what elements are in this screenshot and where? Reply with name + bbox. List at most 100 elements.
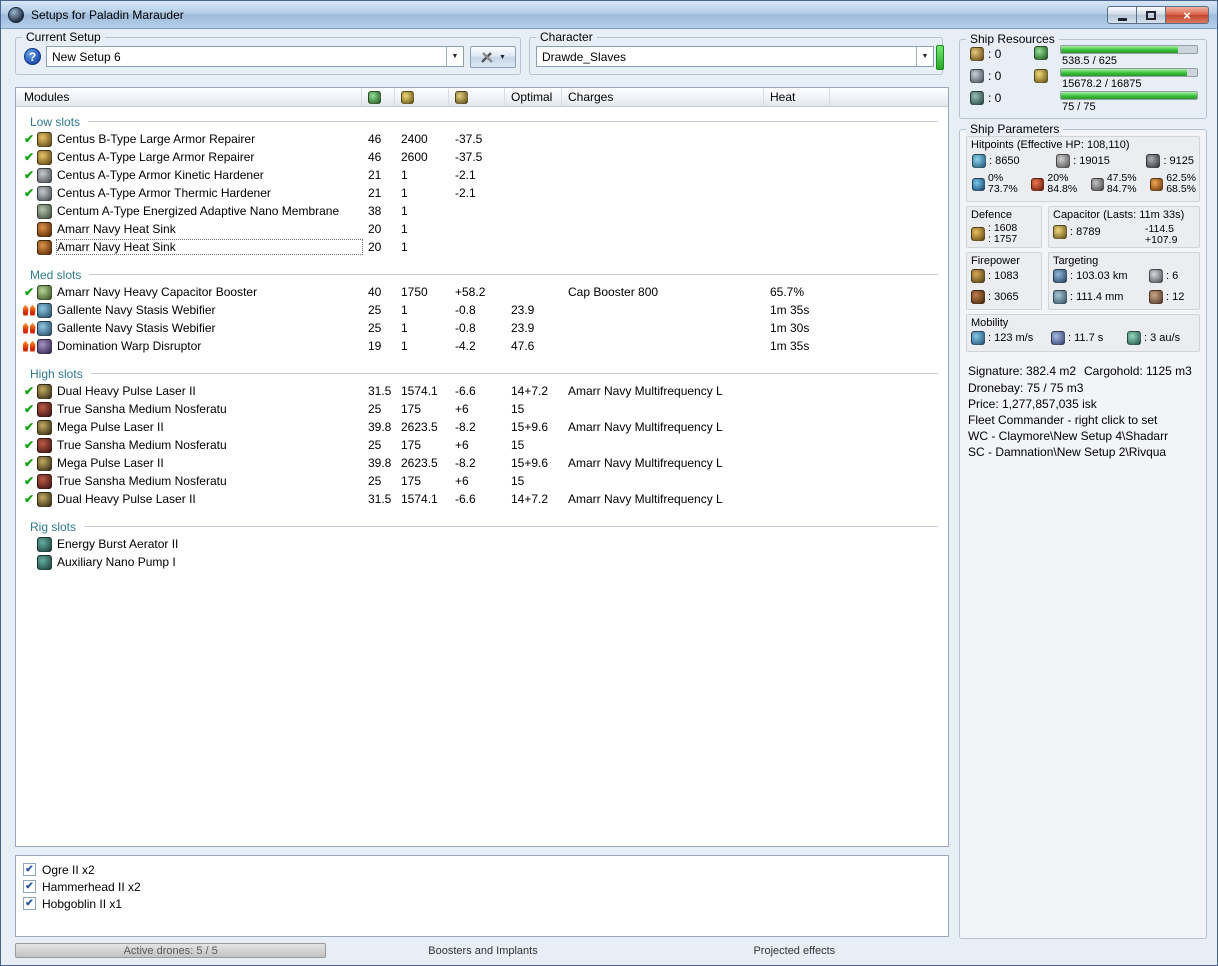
maximize-button[interactable]	[1137, 6, 1166, 24]
module-pg: 1	[401, 168, 408, 182]
module-charges: Amarr Navy Multifrequency L	[568, 420, 723, 434]
wing-commander[interactable]: WC - Claymore\New Setup 4\Shadarr	[968, 429, 1168, 443]
module-row[interactable]: ✔ True Sansha Medium Nosferatu 25 175 +6 15	[16, 436, 948, 454]
drone-row[interactable]: ✔ Ogre II x2	[16, 861, 948, 878]
drone-checkbox[interactable]: ✔	[23, 897, 36, 910]
active-drones-header[interactable]: Active drones: 5 / 5	[15, 943, 327, 958]
module-cpu: 39.8	[368, 420, 392, 434]
signature-radius: Signature: 382.4 m2	[968, 364, 1077, 378]
chevron-down-icon[interactable]: ▼	[916, 47, 933, 66]
module-cap: +6	[455, 402, 469, 416]
price: Price: 1,277,857,035 isk	[968, 397, 1097, 411]
module-cap: -8.2	[455, 456, 476, 470]
boosters-implants-header[interactable]: Boosters and Implants	[328, 943, 637, 958]
module-pg: 1	[401, 222, 408, 236]
column-optimal[interactable]: Optimal	[505, 88, 562, 106]
module-active-icon: ✔	[21, 439, 37, 451]
module-pg: 1	[401, 186, 408, 200]
cpu-icon	[1034, 46, 1048, 60]
module-row[interactable]: Centum A-Type Energized Adaptive Nano Me…	[16, 202, 948, 220]
minimize-button[interactable]	[1107, 6, 1137, 24]
module-row[interactable]: ✔ True Sansha Medium Nosferatu 25 175 +6 15	[16, 472, 948, 490]
drone-checkbox[interactable]: ✔	[23, 880, 36, 893]
cargohold: Cargohold: 1125 m3	[1084, 364, 1192, 378]
align-time-icon	[1051, 331, 1065, 345]
mobility-title: Mobility	[971, 317, 1009, 329]
turret-slots-count: : 0	[988, 46, 1002, 61]
module-charges: Amarr Navy Multifrequency L	[568, 456, 723, 470]
module-row[interactable]: ✔ Centus A-Type Large Armor Repairer 46 260…	[16, 148, 948, 166]
drones-panel: ✔ Ogre II x2 ✔ Hammerhead II x2 ✔ Hobgoblin I…	[15, 855, 949, 937]
module-row[interactable]: ✔ Centus A-Type Armor Kinetic Hardener 21 1…	[16, 166, 948, 184]
module-cpu: 31.5	[368, 384, 392, 398]
hardener-module-icon	[37, 185, 52, 201]
module-row[interactable]: ✔ Mega Pulse Laser II 39.8 2623.5 -8.2 15+9.6…	[16, 454, 948, 472]
module-row[interactable]: ✔ Mega Pulse Laser II 39.8 2623.5 -8.2 15+9.6…	[16, 418, 948, 436]
drone-row[interactable]: ✔ Hammerhead II x2	[16, 878, 948, 895]
column-modules[interactable]: Modules	[16, 88, 362, 106]
flame-icon	[22, 304, 29, 316]
character-select[interactable]: Drawde_Slaves ▼	[536, 46, 934, 67]
close-button[interactable]: ×	[1166, 6, 1209, 24]
webifier-module-icon	[37, 302, 52, 318]
flame-icon	[22, 322, 29, 334]
module-name: Mega Pulse Laser II	[57, 420, 164, 434]
module-cpu: 25	[368, 402, 382, 416]
thermal-resist-icon	[1031, 177, 1045, 191]
check-icon: ✔	[23, 285, 35, 299]
module-row[interactable]: Gallente Navy Stasis Webifier 25 1 -0.8 23.9…	[16, 301, 948, 319]
disruptor-module-icon	[37, 338, 52, 354]
tools-button[interactable]: ▼	[470, 46, 516, 68]
squad-commander[interactable]: SC - Damnation\New Setup 2\Rivqua	[968, 445, 1166, 459]
column-charges[interactable]: Charges	[562, 88, 764, 106]
module-row[interactable]: ✔ Centus A-Type Armor Thermic Hardener 21 1…	[16, 184, 948, 202]
module-row[interactable]: Domination Warp Disruptor 19 1 -4.2 47.6 1m 3…	[16, 337, 948, 355]
module-row[interactable]: ✔ True Sansha Medium Nosferatu 25 175 +6 15	[16, 400, 948, 418]
capacitor-column-icon[interactable]	[455, 90, 468, 104]
module-name: Dual Heavy Pulse Laser II	[57, 492, 196, 506]
cpu-usage: 538.5 / 625	[1062, 55, 1118, 67]
module-row[interactable]: ✔ Dual Heavy Pulse Laser II 31.5 1574.1 -6.6…	[16, 382, 948, 400]
drone-checkbox[interactable]: ✔	[23, 863, 36, 876]
chevron-down-icon[interactable]: ▼	[446, 47, 463, 66]
membrane-module-icon	[37, 203, 52, 219]
check-icon: ✔	[23, 474, 35, 488]
module-row[interactable]: Amarr Navy Heat Sink 20 1	[16, 238, 948, 256]
hitpoints-title: Hitpoints (Effective HP: 108,110)	[971, 139, 1130, 151]
module-optimal: 15	[511, 402, 525, 416]
module-row[interactable]: ✔ Dual Heavy Pulse Laser II 31.5 1574.1 -6.6…	[16, 490, 948, 508]
module-row[interactable]: Amarr Navy Heat Sink 20 1	[16, 220, 948, 238]
projected-effects-header[interactable]: Projected effects	[640, 943, 949, 958]
module-active-icon: ✔	[21, 403, 37, 415]
webifier-module-icon	[37, 320, 52, 336]
module-row[interactable]: Gallente Navy Stasis Webifier 25 1 -0.8 23.9…	[16, 319, 948, 337]
check-icon: ✔	[23, 492, 35, 506]
module-cpu: 25	[368, 303, 382, 317]
module-pg: 1	[401, 204, 408, 218]
column-heat[interactable]: Heat	[764, 88, 830, 106]
drone-row[interactable]: ✔ Hobgoblin II x1	[16, 895, 948, 912]
cpu-column-icon[interactable]	[368, 90, 381, 104]
hull-hp: : 9125	[1163, 155, 1194, 167]
module-overheat-icon	[21, 304, 37, 316]
module-row[interactable]: Energy Burst Aerator II	[16, 535, 948, 553]
module-name: Centus A-Type Large Armor Repairer	[57, 150, 255, 164]
checkmark-icon: ✔	[25, 880, 34, 892]
help-icon[interactable]: ?	[24, 48, 41, 65]
module-cpu: 19	[368, 339, 382, 353]
module-name: Centus A-Type Armor Kinetic Hardener	[57, 168, 264, 182]
module-name: True Sansha Medium Nosferatu	[57, 402, 227, 416]
module-active-icon: ✔	[21, 151, 37, 163]
module-row[interactable]: ✔ Centus B-Type Large Armor Repairer 46 240…	[16, 130, 948, 148]
explosive-resist-armor: 68.5%	[1166, 183, 1196, 195]
module-pg: 175	[401, 402, 422, 416]
module-row[interactable]: ✔ Amarr Navy Heavy Capacitor Booster 40 175…	[16, 283, 948, 301]
module-name: Amarr Navy Heavy Capacitor Booster	[57, 285, 258, 299]
powergrid-column-icon[interactable]	[401, 90, 414, 104]
setup-select[interactable]: New Setup 6 ▼	[46, 46, 464, 67]
module-pg: 2623.5	[401, 420, 438, 434]
module-row[interactable]: Auxiliary Nano Pump I	[16, 553, 948, 571]
fleet-commander[interactable]: Fleet Commander - right click to set	[968, 413, 1157, 427]
titlebar[interactable]: Setups for Paladin Marauder ×	[1, 1, 1217, 29]
checkmark-icon: ✔	[25, 863, 34, 875]
